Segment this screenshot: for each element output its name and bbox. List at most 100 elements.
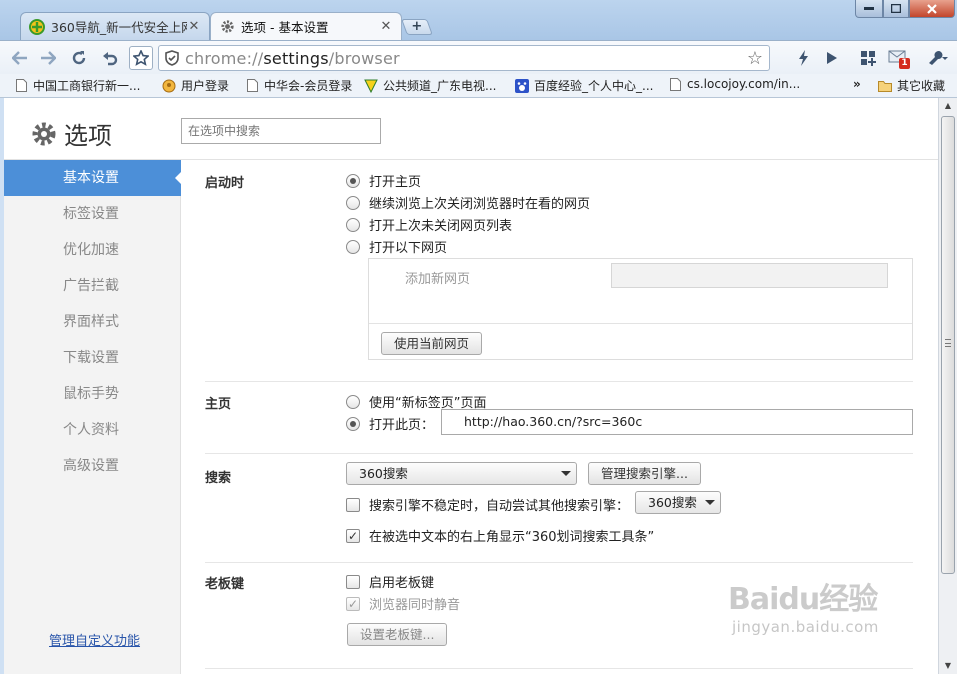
apps-grid-icon[interactable]	[856, 46, 880, 70]
grip-icon	[945, 339, 951, 347]
add-page-label: 添加新网页	[405, 272, 471, 287]
section-divider	[205, 381, 913, 382]
bookmark-item[interactable]: 中华会-会员登录	[245, 77, 352, 94]
fallback-engine-select[interactable]: 360搜索	[635, 491, 721, 514]
minimize-button[interactable]	[855, 0, 883, 18]
use-current-pages-button[interactable]: 使用当前网页	[381, 332, 483, 355]
startup-section-title: 启动时	[205, 176, 245, 191]
vertical-scrollbar[interactable]: ▲ ▼	[938, 98, 957, 674]
homepage-option-open-page[interactable]: 打开此页：	[346, 414, 434, 433]
search-engine-select[interactable]: 360搜索	[346, 462, 577, 485]
title-bar: 360导航_新一代安全上网 ✕ 选项 - 基本设置 ✕ +	[0, 0, 957, 40]
homepage-section-title: 主页	[205, 397, 232, 412]
options-search-input[interactable]	[181, 118, 381, 144]
channel-logo-icon	[364, 79, 378, 93]
bookmark-item[interactable]: cs.locojoy.com/in...	[668, 77, 800, 91]
folder-icon	[878, 79, 892, 93]
mail-icon[interactable]: 1	[886, 46, 910, 70]
bookmark-item[interactable]: 中国工商银行新一...	[14, 77, 140, 94]
radio-button[interactable]	[346, 394, 360, 409]
add-page-input[interactable]	[611, 263, 888, 288]
radio-button[interactable]	[346, 239, 360, 254]
new-tab-button[interactable]: +	[401, 19, 433, 35]
bookmark-item[interactable]: 公共频道_广东电视...	[364, 77, 496, 94]
play-icon[interactable]	[820, 46, 844, 70]
page-header: 选项	[4, 98, 938, 160]
gear-icon	[219, 19, 235, 35]
bookmarks-overflow-button[interactable]: »	[853, 77, 861, 91]
toolbar: chrome://settings/browser ☆ 1	[0, 40, 957, 74]
sidebar-item-basic[interactable]: 基本设置	[4, 160, 182, 196]
bookmark-item[interactable]: 百度经验_个人中心_...	[515, 77, 653, 94]
search-toolbar-option[interactable]: ✓ 在被选中文本的右上角显示“360划词搜索工具条”	[346, 526, 654, 545]
address-url: chrome://settings/browser	[185, 48, 400, 68]
maximize-button[interactable]	[883, 0, 909, 18]
homepage-url-input[interactable]: http://hao.360.cn/?src=360c	[441, 409, 913, 435]
startup-pages-list: 添加新网页 使用当前网页	[368, 258, 913, 360]
radio-button[interactable]	[346, 217, 360, 232]
tab-settings[interactable]: 选项 - 基本设置 ✕	[210, 12, 402, 40]
gear-icon	[30, 120, 58, 148]
section-divider	[205, 453, 913, 454]
close-window-button[interactable]	[909, 0, 955, 18]
baidu-paw-icon	[515, 78, 529, 93]
sidebar-item-optimize[interactable]: 优化加速	[4, 232, 181, 268]
startup-option-unclosed-list[interactable]: 打开上次未关闭网页列表	[346, 215, 512, 234]
scroll-down-arrow-icon[interactable]: ▼	[939, 658, 957, 674]
section-divider	[205, 562, 913, 563]
checkbox-checked[interactable]: ✓	[346, 528, 360, 543]
sidebar-item-adblock[interactable]: 广告拦截	[4, 268, 181, 304]
reload-icon[interactable]	[67, 46, 91, 70]
boss-key-section-title: 老板键	[205, 577, 245, 592]
radio-button[interactable]	[346, 416, 360, 431]
address-bar[interactable]: chrome://settings/browser ☆	[158, 45, 770, 71]
bookmark-star-icon[interactable]: ☆	[747, 48, 763, 69]
scrollbar-thumb[interactable]	[941, 116, 955, 574]
manage-search-engines-button[interactable]: 管理搜索引擎...	[588, 462, 701, 485]
checkbox[interactable]	[346, 574, 360, 589]
chevron-down-icon	[561, 471, 571, 476]
bookmark-item[interactable]: 用户登录	[162, 77, 229, 94]
sidebar-item-appearance[interactable]: 界面样式	[4, 304, 181, 340]
tab-close-icon[interactable]: ✕	[379, 19, 393, 34]
undo-close-icon[interactable]	[98, 46, 122, 70]
search-fallback-option[interactable]: 搜索引擎不稳定时，自动尝试其他搜索引擎：	[346, 495, 629, 514]
tab-360-navigation[interactable]: 360导航_新一代安全上网 ✕	[20, 12, 210, 40]
startup-option-continue[interactable]: 继续浏览上次关闭浏览器时在看的网页	[346, 193, 590, 212]
sidebar-item-mouse-gestures[interactable]: 鼠标手势	[4, 376, 181, 412]
tab-close-icon[interactable]: ✕	[187, 19, 201, 34]
checkbox-checked[interactable]: ✓	[346, 596, 360, 611]
other-bookmarks-folder[interactable]: 其它收藏	[878, 77, 945, 94]
page-icon	[245, 79, 259, 93]
manage-custom-features-link[interactable]: 管理自定义功能	[49, 630, 140, 649]
favorite-star-icon[interactable]	[129, 46, 153, 70]
startup-pages-row: 添加新网页	[369, 259, 912, 324]
boss-key-mute-option[interactable]: ✓ 浏览器同时静音	[346, 594, 460, 613]
sidebar-item-advanced[interactable]: 高级设置	[4, 448, 181, 484]
security-shield-icon	[159, 50, 185, 66]
sidebar: 基本设置 标签设置 优化加速 广告拦截 界面样式 下载设置 鼠标手势 个人资料 …	[4, 160, 182, 674]
search-section-title: 搜索	[205, 471, 232, 486]
chevron-down-icon	[705, 500, 715, 505]
back-icon[interactable]	[8, 46, 32, 70]
section-divider	[205, 668, 913, 669]
lightning-icon[interactable]	[792, 46, 816, 70]
checkbox[interactable]	[346, 497, 360, 512]
page-icon	[14, 79, 28, 93]
startup-option-open-pages[interactable]: 打开以下网页	[346, 237, 447, 256]
forward-icon[interactable]	[36, 46, 60, 70]
mail-badge: 1	[899, 58, 910, 69]
set-boss-key-button[interactable]: 设置老板键...	[347, 623, 448, 646]
scroll-up-arrow-icon[interactable]: ▲	[939, 98, 957, 114]
wrench-menu-icon[interactable]	[922, 46, 952, 70]
radio-button[interactable]	[346, 173, 360, 188]
sidebar-item-tabs[interactable]: 标签设置	[4, 196, 181, 232]
tab-title: 选项 - 基本设置	[241, 20, 329, 35]
baidu-watermark: Baidu经验 jingyan.baidu.com	[728, 582, 879, 636]
boss-key-enable-option[interactable]: 启用老板键	[346, 572, 434, 591]
sidebar-item-profile[interactable]: 个人资料	[4, 412, 181, 448]
radio-button[interactable]	[346, 195, 360, 210]
startup-option-homepage[interactable]: 打开主页	[346, 171, 421, 190]
sidebar-item-downloads[interactable]: 下载设置	[4, 340, 181, 376]
bookmarks-bar: 中国工商银行新一... 用户登录 中华会-会员登录 公共频道_广东电视... 百…	[0, 74, 957, 98]
